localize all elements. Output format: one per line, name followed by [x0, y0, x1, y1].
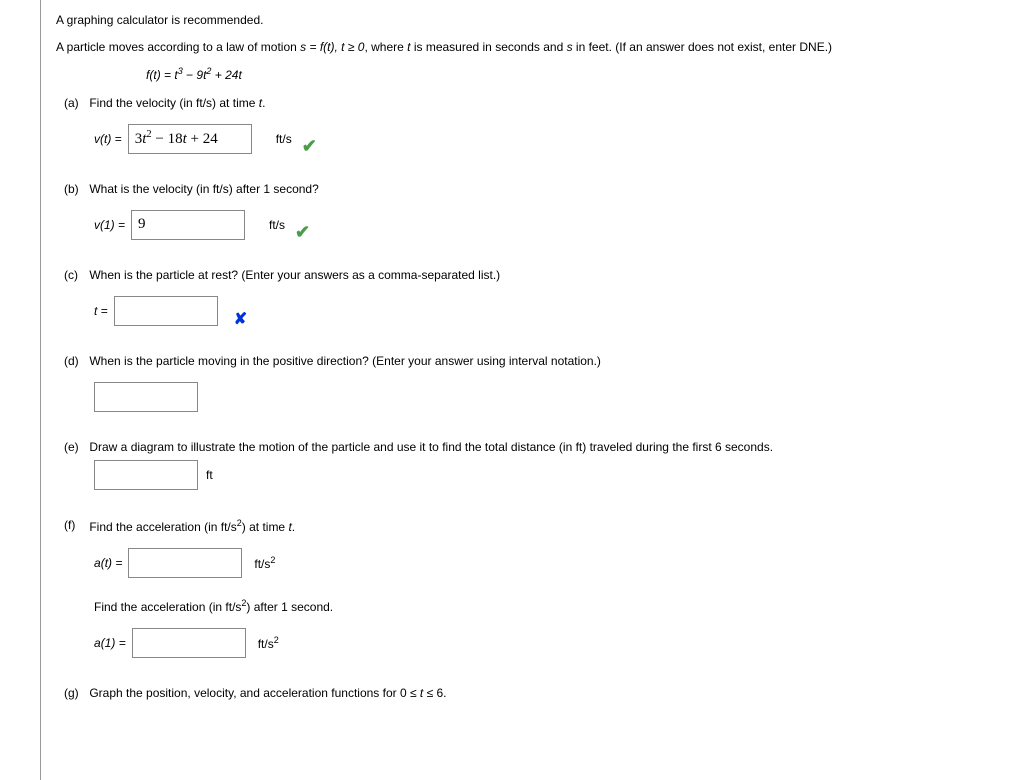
- part-b-question: What is the velocity (in ft/s) after 1 s…: [89, 182, 318, 196]
- part-g: (g) Graph the position, velocity, and ac…: [56, 686, 1009, 700]
- part-c-prefix: t =: [94, 304, 108, 318]
- part-a-unit: ft/s: [276, 132, 292, 146]
- part-f: (f) Find the acceleration (in ft/s2) at …: [56, 518, 1009, 658]
- part-c-answer-row: t = ✘: [94, 296, 1009, 326]
- part-f-label: (f): [64, 518, 86, 532]
- part-a-question: Find the velocity (in ft/s) at time t.: [89, 96, 265, 110]
- part-a-answer-row: v(t) = 3t2 − 18t + 24 ft/s ✔: [94, 124, 1009, 154]
- problem-container: A graphing calculator is recommended. A …: [40, 0, 1024, 780]
- part-a-prefix: v(t) =: [94, 132, 122, 146]
- part-a-label: (a): [64, 96, 86, 110]
- part-f-unit: ft/s2: [254, 555, 275, 571]
- part-f-answer-row: a(t) = ft/s2: [94, 548, 1009, 578]
- part-e-input[interactable]: [94, 460, 198, 490]
- part-f-sub-input[interactable]: [132, 628, 246, 658]
- part-d-question: When is the particle moving in the posit…: [89, 354, 601, 368]
- part-c-input[interactable]: [114, 296, 218, 326]
- part-f-sub-question: Find the acceleration (in ft/s2) after 1…: [94, 598, 1009, 614]
- x-icon: ✘: [234, 309, 247, 329]
- part-d-label: (d): [64, 354, 86, 368]
- part-c: (c) When is the particle at rest? (Enter…: [56, 268, 1009, 326]
- part-b-answer-row: v(1) = 9 ft/s ✔: [94, 210, 1009, 240]
- part-d-input[interactable]: [94, 382, 198, 412]
- part-f-question: Find the acceleration (in ft/s2) at time…: [89, 520, 295, 534]
- part-d-answer-row: [94, 382, 1009, 412]
- part-f-sub-answer-row: a(1) = ft/s2: [94, 628, 1009, 658]
- intro-line1: A graphing calculator is recommended.: [56, 12, 1009, 29]
- part-b-input[interactable]: 9: [131, 210, 245, 240]
- part-e-question: Draw a diagram to illustrate the motion …: [89, 440, 773, 454]
- part-g-question: Graph the position, velocity, and accele…: [89, 686, 446, 700]
- part-d: (d) When is the particle moving in the p…: [56, 354, 1009, 412]
- check-icon: ✔: [302, 136, 317, 157]
- part-e: (e) Draw a diagram to illustrate the mot…: [56, 440, 1009, 490]
- part-e-label: (e): [64, 440, 86, 454]
- part-b-unit: ft/s: [269, 218, 285, 232]
- part-f-sub-prefix: a(1) =: [94, 636, 126, 650]
- check-icon: ✔: [295, 222, 310, 243]
- part-f-input[interactable]: [128, 548, 242, 578]
- part-e-unit: ft: [206, 468, 213, 482]
- part-c-question: When is the particle at rest? (Enter you…: [89, 268, 500, 282]
- part-b: (b) What is the velocity (in ft/s) after…: [56, 182, 1009, 240]
- part-c-label: (c): [64, 268, 86, 282]
- main-formula: f(t) = t3 − 9t2 + 24t: [146, 66, 1009, 82]
- part-f-sub-unit: ft/s2: [258, 635, 279, 651]
- intro-section: A graphing calculator is recommended. A …: [56, 12, 1009, 82]
- part-a-input[interactable]: 3t2 − 18t + 24: [128, 124, 252, 154]
- part-b-prefix: v(1) =: [94, 218, 125, 232]
- part-a: (a) Find the velocity (in ft/s) at time …: [56, 96, 1009, 154]
- intro-line2: A particle moves according to a law of m…: [56, 39, 1009, 56]
- part-e-answer-row: ft: [94, 460, 1009, 490]
- part-b-label: (b): [64, 182, 86, 196]
- part-f-prefix: a(t) =: [94, 556, 122, 570]
- part-g-label: (g): [64, 686, 86, 700]
